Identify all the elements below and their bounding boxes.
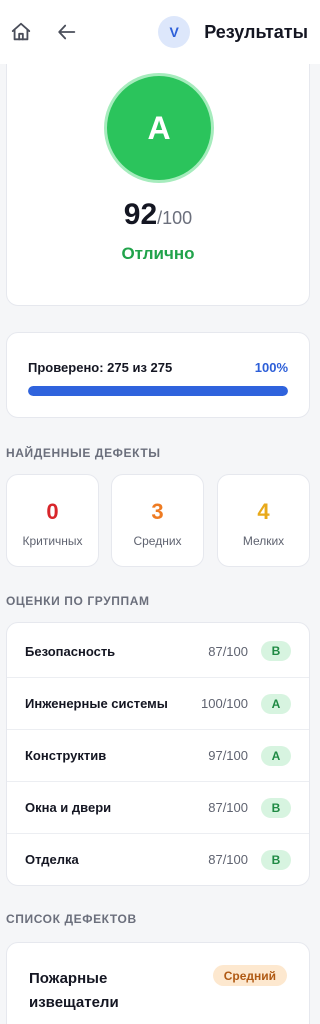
defect-count-label: Мелких bbox=[242, 534, 285, 548]
group-score: 97/100 bbox=[208, 748, 248, 763]
group-row-security[interactable]: Безопасность 87/100 B bbox=[7, 625, 309, 677]
defect-count-label: Средних bbox=[133, 534, 182, 548]
back-button[interactable] bbox=[54, 19, 80, 45]
defect-count-value: 4 bbox=[257, 499, 270, 524]
group-score: 87/100 bbox=[208, 852, 248, 867]
arrow-left-icon bbox=[58, 24, 76, 40]
grade-badge: A bbox=[261, 745, 291, 766]
grade-badge: B bbox=[261, 849, 291, 870]
group-score: 87/100 bbox=[208, 643, 248, 659]
group-row-structure[interactable]: Конструктив 97/100 A bbox=[7, 729, 309, 781]
defect-count-label: Критичных bbox=[22, 534, 83, 548]
progress-fill bbox=[28, 386, 288, 396]
defect-count-minor[interactable]: 4 Мелких bbox=[217, 474, 310, 567]
group-name: Окна и двери bbox=[25, 800, 112, 815]
progress-label: Проверено: 275 из 275 bbox=[28, 360, 173, 375]
group-row-windows-doors[interactable]: Окна и двери 87/100 B bbox=[7, 781, 309, 833]
grade-badge: B bbox=[261, 641, 291, 661]
grade-badge: A bbox=[261, 693, 291, 714]
defect-list-item[interactable]: Пожарные извещатели Средний bbox=[6, 942, 310, 1024]
group-name: Конструктив bbox=[25, 748, 107, 763]
page-title: Результаты bbox=[204, 21, 308, 42]
defect-count-medium[interactable]: 3 Средних bbox=[111, 474, 204, 567]
score-rating-label: Отлично bbox=[121, 244, 195, 263]
defect-count-value: 3 bbox=[151, 499, 164, 524]
score-max: /100 bbox=[157, 208, 193, 228]
defects-section-title: НАЙДЕННЫЕ ДЕФЕКТЫ bbox=[6, 446, 161, 460]
defect-count-critical[interactable]: 0 Критичных bbox=[6, 474, 99, 567]
score-value: 92 bbox=[123, 198, 158, 231]
group-name: Инженерные системы bbox=[25, 696, 168, 711]
group-score: 87/100 bbox=[208, 800, 248, 815]
defect-list-section-title: СПИСОК ДЕФЕКТОВ bbox=[6, 912, 137, 926]
group-name: Отделка bbox=[25, 852, 79, 867]
group-score: 100/100 bbox=[201, 696, 248, 711]
groups-card: Безопасность 87/100 B Инженерные системы… bbox=[6, 622, 310, 886]
group-name: Безопасность bbox=[25, 643, 116, 659]
group-row-finishing[interactable]: Отделка 87/100 B bbox=[7, 833, 309, 885]
home-icon[interactable] bbox=[8, 19, 34, 45]
group-row-engineering[interactable]: Инженерные системы 100/100 A bbox=[7, 677, 309, 729]
groups-section-title: ОЦЕНКИ ПО ГРУППАМ bbox=[6, 594, 150, 608]
top-bar: V Результаты bbox=[0, 0, 320, 64]
progress-percent: 100% bbox=[254, 360, 288, 375]
severity-badge: Средний bbox=[212, 965, 287, 986]
grade-badge: B bbox=[261, 797, 291, 818]
score-card: A 92/100 Отлично bbox=[6, 64, 310, 306]
avatar[interactable]: V bbox=[158, 16, 191, 48]
score-line: 92/100 bbox=[7, 198, 309, 232]
progress-card: Проверено: 275 из 275 100% bbox=[6, 332, 310, 418]
grade-circle: A bbox=[107, 76, 211, 180]
progress-bar bbox=[28, 386, 288, 396]
defect-count-value: 0 bbox=[46, 499, 59, 524]
defect-item-title: Пожарные извещатели bbox=[29, 970, 119, 1011]
